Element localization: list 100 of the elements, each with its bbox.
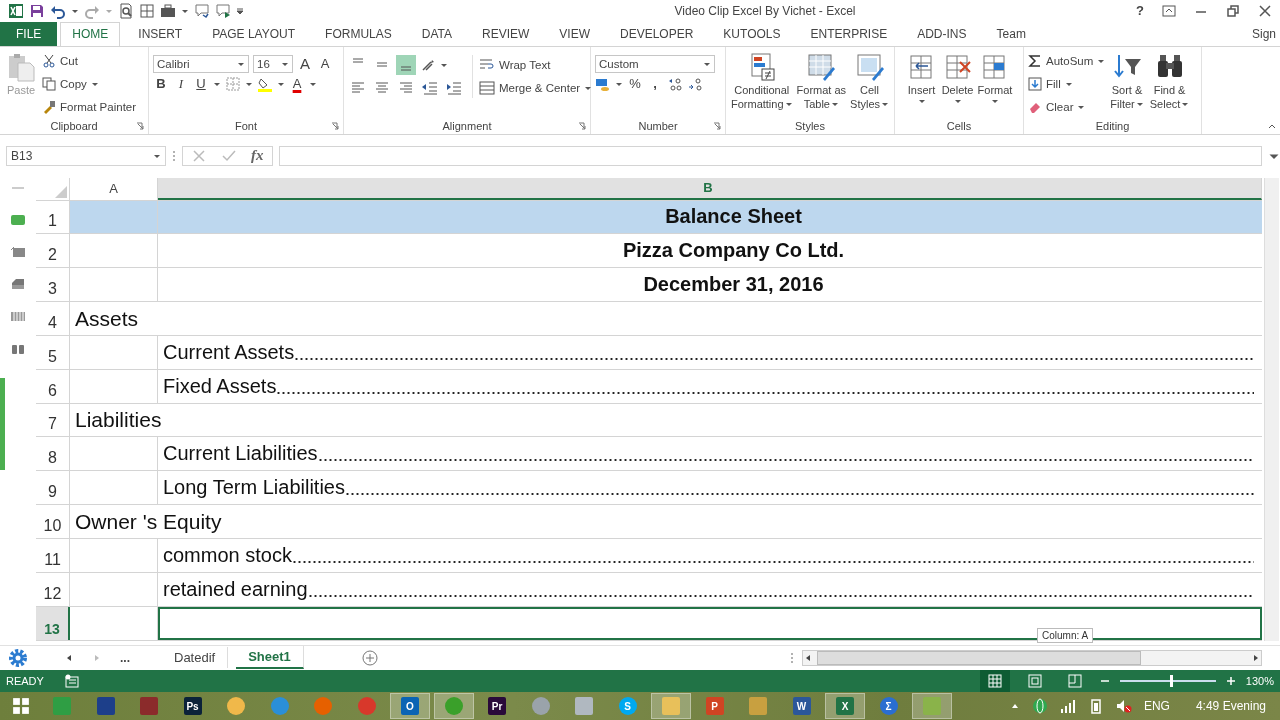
row-header[interactable]: 2	[36, 234, 70, 268]
italic-button[interactable]: I	[173, 75, 189, 92]
row-header[interactable]: 10	[36, 505, 70, 538]
taskbar-button[interactable]	[912, 693, 952, 720]
selected-cell[interactable]	[158, 606, 1262, 640]
panel-handle[interactable]	[0, 377, 5, 470]
font-name-field[interactable]: Calibri	[153, 54, 249, 73]
help-button[interactable]: ?	[1136, 3, 1144, 19]
column-header[interactable]: B	[158, 177, 1262, 200]
row-header[interactable]: 5	[36, 335, 70, 369]
taskbar-button[interactable]: O	[390, 693, 430, 720]
row-header[interactable]: 7	[36, 403, 70, 437]
ribbon-tab[interactable]: HOME	[60, 21, 121, 46]
comment-icon[interactable]	[194, 2, 210, 19]
dialog-launcher-icon[interactable]	[578, 121, 586, 130]
cells-button[interactable]: Format	[976, 50, 1014, 105]
excel-logo-icon[interactable]	[8, 2, 24, 19]
add-sheet-icon[interactable]	[361, 649, 378, 666]
row-header[interactable]: 11	[36, 539, 70, 572]
ribbon-tab[interactable]: ADD-INS	[905, 21, 979, 46]
muted-speaker-icon[interactable]	[1115, 698, 1132, 715]
vertical-align-icon[interactable]	[396, 54, 416, 75]
zoom-level[interactable]: 130%	[1245, 675, 1280, 688]
file-tab[interactable]: FILE	[0, 21, 58, 46]
start-button[interactable]	[12, 697, 30, 716]
customize-icon[interactable]	[236, 6, 244, 15]
style-button[interactable]: Cell Styles	[849, 50, 891, 111]
close-icon[interactable]	[1258, 3, 1272, 18]
comma-button[interactable]: ,	[647, 76, 663, 92]
row-header[interactable]: 9	[36, 471, 70, 505]
cut-button[interactable]: Cut	[42, 50, 137, 71]
fill-button[interactable]: Fill	[1028, 73, 1106, 94]
briefcase-icon[interactable]	[160, 2, 176, 19]
view-button[interactable]	[979, 670, 1010, 693]
bold-button[interactable]: B	[153, 76, 169, 92]
ribbon-display-icon[interactable]	[1162, 3, 1176, 18]
ribbon-tab[interactable]: DEVELOPER	[608, 21, 706, 46]
ribbon-tab[interactable]: REVIEW	[470, 21, 542, 46]
merge-center-button[interactable]: Merge & Center	[479, 77, 593, 98]
dialog-launcher-icon[interactable]	[713, 121, 721, 130]
underline-button[interactable]: U	[193, 76, 209, 92]
cells-button[interactable]: Insert	[904, 50, 939, 105]
sheet-tab[interactable]: Sheet1	[236, 646, 304, 670]
format-painter-button[interactable]: Format Painter	[42, 96, 137, 117]
zoom-in-icon[interactable]	[1225, 676, 1236, 687]
shrink-font-button[interactable]: A	[317, 56, 333, 72]
ribbon-tab[interactable]: KUTOOLS	[711, 21, 793, 46]
editing-button[interactable]: Sort & Filter	[1109, 50, 1145, 111]
editing-button[interactable]: Find & Select	[1148, 50, 1191, 111]
scrollbar-thumb[interactable]	[817, 650, 1141, 665]
ribbon-tab[interactable]: ENTERPRISE	[798, 21, 900, 46]
font-size-field[interactable]: 16	[253, 54, 293, 73]
grow-font-button[interactable]: A	[297, 55, 313, 73]
style-button[interactable]: Conditional Formatting	[729, 50, 794, 111]
globe-icon[interactable]	[1031, 698, 1048, 715]
sign-in-link[interactable]: Sign	[1251, 21, 1280, 46]
row-header[interactable]: 8	[36, 437, 70, 471]
print-preview-icon[interactable]	[118, 2, 134, 19]
copy-button[interactable]: Copy	[42, 73, 137, 94]
insert-function-button[interactable]: fx	[251, 147, 264, 165]
dialog-launcher-icon[interactable]	[331, 121, 339, 130]
restore-icon[interactable]	[1226, 3, 1240, 18]
cells-button[interactable]: Delete	[940, 50, 975, 105]
taskbar-button[interactable]: P	[694, 693, 735, 720]
ribbon-tab[interactable]: PAGE LAYOUT	[200, 21, 308, 46]
taskbar-button[interactable]: W	[781, 693, 822, 720]
vertical-scrollbar[interactable]	[1264, 177, 1279, 641]
ribbon-tab[interactable]: DATA	[409, 21, 464, 46]
row-header[interactable]: 6	[36, 369, 70, 403]
row-header[interactable]: 12	[36, 572, 70, 606]
row-header[interactable]: 3	[36, 268, 70, 302]
signal-icon[interactable]	[1059, 698, 1076, 715]
clock[interactable]: 4:49 Evening	[1195, 699, 1266, 714]
zoom-slider-thumb[interactable]	[1169, 675, 1173, 688]
taskbar-button[interactable]	[433, 693, 474, 720]
borders-icon[interactable]	[139, 2, 155, 19]
increase-decimal-icon[interactable]	[667, 75, 683, 92]
comment-play-icon[interactable]	[215, 2, 231, 19]
taskbar-button[interactable]: Σ	[868, 693, 909, 720]
ribbon-tab[interactable]: VIEW	[547, 21, 602, 46]
autosum-button[interactable]: AutoSum	[1028, 50, 1106, 71]
row-header[interactable]: 13	[36, 606, 70, 640]
row-header[interactable]: 4	[36, 302, 70, 335]
macro-record-icon[interactable]	[63, 673, 80, 690]
decrease-decimal-icon[interactable]	[687, 75, 703, 92]
settings-icon[interactable]	[8, 647, 28, 668]
formula-input[interactable]	[278, 145, 1262, 166]
ribbon-tab[interactable]: INSERT	[126, 21, 195, 46]
taskbar-button[interactable]	[651, 693, 691, 720]
ribbon-tab[interactable]: FORMULAS	[313, 21, 404, 46]
dialog-launcher-icon[interactable]	[136, 121, 144, 130]
taskbar-button[interactable]: Pr	[477, 693, 517, 720]
style-button[interactable]: Format as Table	[795, 50, 848, 111]
taskbar-button[interactable]: X	[825, 693, 865, 720]
ribbon-tab[interactable]: Team	[984, 21, 1038, 46]
more-sheets-button[interactable]: ...	[120, 650, 130, 665]
save-icon[interactable]	[29, 2, 45, 19]
sheet-tab[interactable]: Datedif	[162, 647, 229, 669]
percent-button[interactable]: %	[627, 76, 643, 92]
font-color-button[interactable]: A	[289, 76, 305, 92]
